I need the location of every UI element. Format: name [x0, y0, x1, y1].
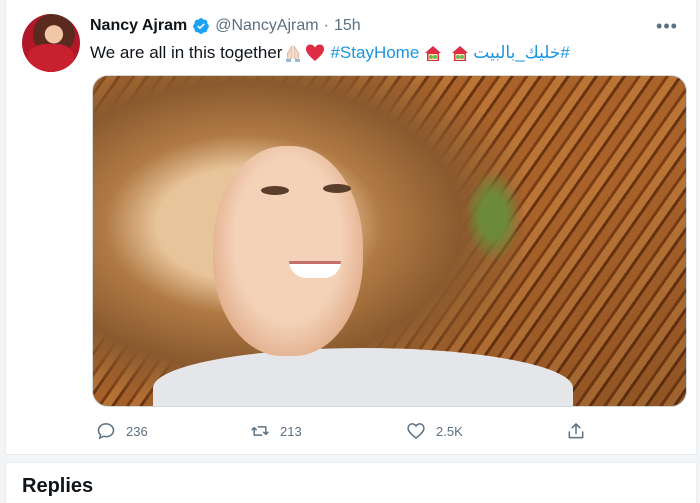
verified-badge-icon	[192, 17, 210, 35]
red-heart-emoji	[305, 43, 325, 63]
tweet-photo[interactable]	[92, 75, 687, 407]
share-button[interactable]	[566, 416, 596, 446]
retweet-button[interactable]: 213	[250, 416, 302, 446]
replies-heading: Replies	[22, 475, 94, 497]
tweet-header: Nancy Ajram @NancyAjram · 15h	[90, 15, 361, 37]
tweet-text: We are all in this together #StayHome #خ…	[90, 40, 680, 66]
reply-button[interactable]: 236	[96, 416, 148, 446]
replies-section: Replies	[5, 462, 697, 503]
retweet-count: 213	[280, 423, 302, 439]
reply-icon	[97, 423, 115, 440]
house-with-garden-emoji	[450, 43, 470, 63]
tweet-text-main: We are all in this together	[90, 43, 283, 62]
separator-dot: ·	[323, 17, 329, 34]
like-button[interactable]: 2.5K	[406, 416, 463, 446]
tweet-timestamp[interactable]: 15h	[334, 17, 361, 35]
heart-icon	[407, 423, 425, 440]
tweet-actions: 236 213 2.5K	[92, 416, 592, 446]
more-options-icon[interactable]: •••	[652, 14, 682, 38]
display-name[interactable]: Nancy Ajram	[90, 17, 187, 35]
praying-hands-emoji	[283, 43, 303, 63]
profile-avatar[interactable]	[22, 14, 80, 72]
hashtag-stayhome[interactable]: #StayHome	[330, 41, 419, 65]
retweet-icon	[251, 426, 269, 436]
house-with-garden-emoji	[423, 43, 443, 63]
user-handle[interactable]: @NancyAjram	[215, 17, 318, 35]
share-icon	[568, 423, 584, 439]
tweet-card[interactable]: Nancy Ajram @NancyAjram · 15h ••• We are…	[5, 0, 697, 455]
like-count: 2.5K	[436, 423, 463, 439]
hashtag-arabic[interactable]: #خليك_بالبيت	[473, 41, 570, 65]
reply-count: 236	[126, 423, 148, 439]
